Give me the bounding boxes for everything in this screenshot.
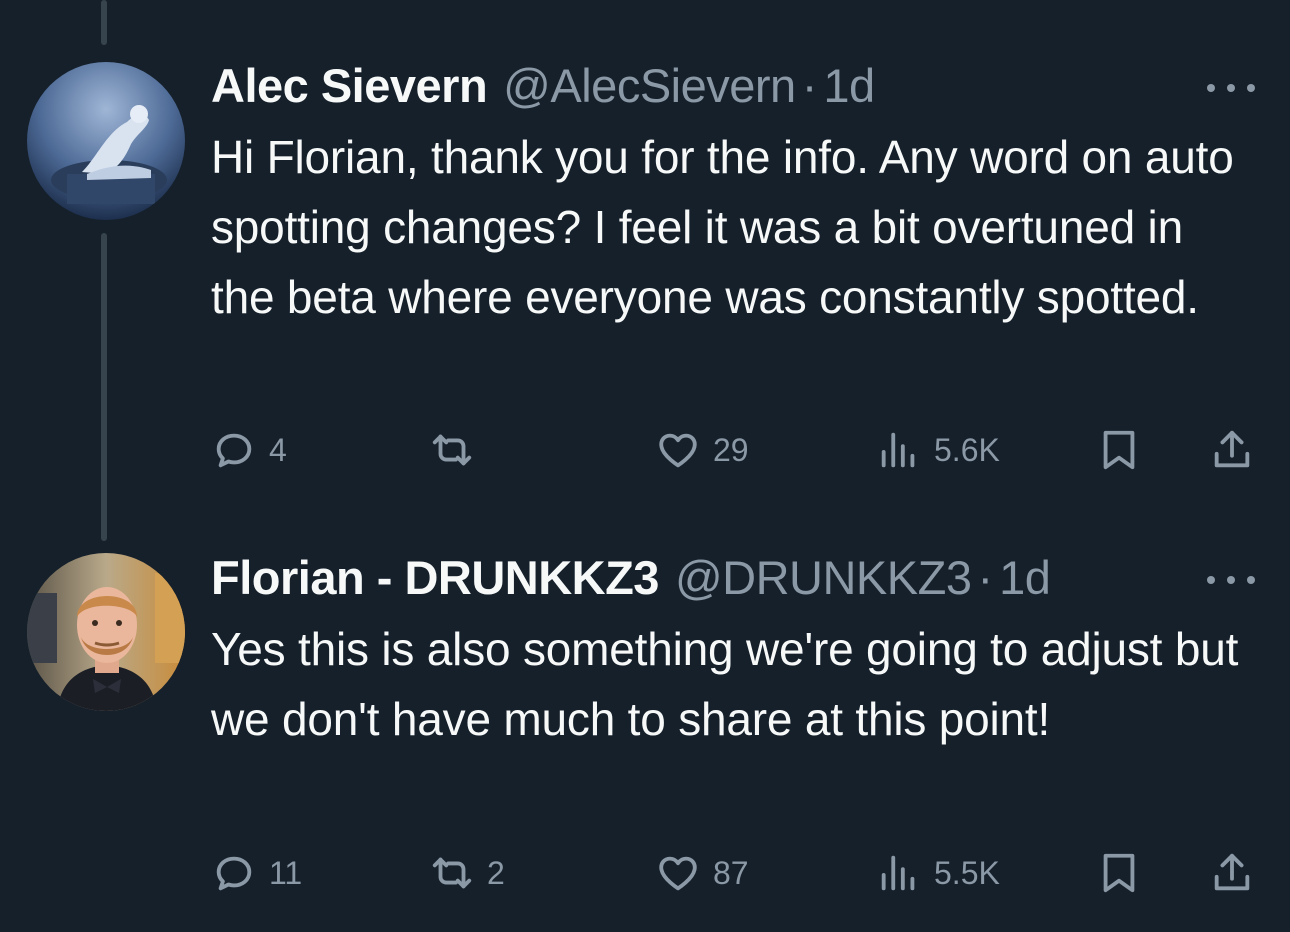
heart-icon [659,433,697,468]
like-count: 29 [713,431,749,468]
tweet-text: Yes this is also something we're going t… [211,623,1239,745]
display-name[interactable]: Florian - DRUNKKZ3 [211,550,659,606]
tweet-header: Florian - DRUNKKZ3 @DRUNKKZ3 · 1d [211,550,1271,606]
reply-button[interactable]: 4 [211,425,287,475]
user-handle[interactable]: @AlecSievern [503,58,796,114]
reply-count: 4 [269,431,287,468]
separator-dot: · [801,59,818,112]
avatar[interactable] [27,553,185,711]
share-icon [1214,430,1250,468]
view-count: 5.6K [934,431,1000,468]
bookmark-icon [1103,853,1135,893]
tweet[interactable]: Alec Sievern @AlecSievern · 1d Hi Floria… [211,58,1271,332]
share-button[interactable] [1209,425,1255,475]
retweet-icon [432,434,472,466]
reply-count: 11 [269,854,303,891]
more-icon[interactable] [1207,68,1255,108]
bookmark-icon [1103,430,1135,470]
retweet-button[interactable] [429,425,487,475]
more-icon[interactable] [1207,560,1255,600]
share-icon [1214,853,1250,891]
reply-icon [216,856,252,891]
heart-icon [659,856,697,891]
retweet-count: 2 [487,854,505,891]
share-button[interactable] [1209,848,1255,898]
avatar[interactable] [27,62,185,220]
retweet-button[interactable]: 2 [429,848,505,898]
views-icon [881,432,915,468]
reply-button[interactable]: 11 [211,848,302,898]
tweet-text: Hi Florian, thank you for the info. Any … [211,131,1234,323]
tweet-actions: 4 29 5.6K [211,425,1271,475]
conversation-thread: Alec Sievern @AlecSievern · 1d Hi Floria… [0,0,1290,932]
tweet-header: Alec Sievern @AlecSievern · 1d [211,58,1271,114]
retweet-icon [432,857,472,889]
like-count: 87 [713,854,749,891]
bookmark-button[interactable] [1096,425,1142,475]
display-name[interactable]: Alec Sievern [211,58,488,114]
thread-line [101,0,107,45]
separator-dot: · [977,551,994,604]
views-icon [881,855,915,891]
view-count: 5.5K [934,854,1000,891]
like-button[interactable]: 87 [655,848,749,898]
reply-icon [216,433,252,468]
views-button[interactable]: 5.6K [876,425,1000,475]
views-button[interactable]: 5.5K [876,848,1000,898]
timestamp[interactable]: 1d [823,58,875,114]
thread-line [101,233,107,541]
like-button[interactable]: 29 [655,425,749,475]
tweet-actions: 11 2 87 5.5K [211,848,1271,898]
bookmark-button[interactable] [1096,848,1142,898]
timestamp[interactable]: 1d [999,550,1051,606]
user-handle[interactable]: @DRUNKKZ3 [675,550,972,606]
tweet[interactable]: Florian - DRUNKKZ3 @DRUNKKZ3 · 1d Yes th… [211,550,1271,754]
